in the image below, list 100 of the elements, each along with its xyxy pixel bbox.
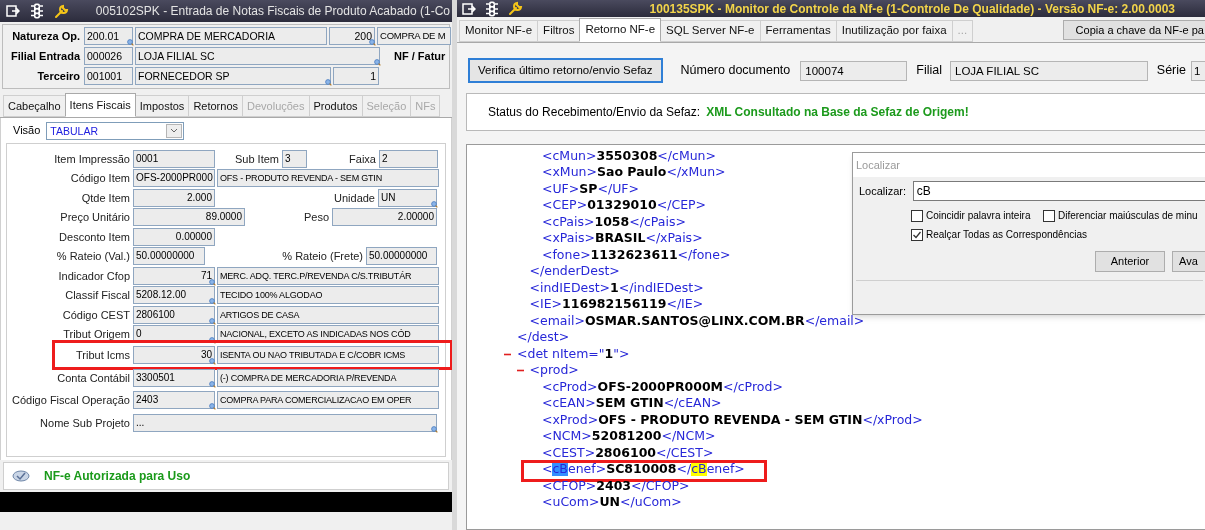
field-label: Código Fiscal Operação [11, 393, 131, 408]
checkbox[interactable] [1043, 209, 1055, 222]
text-field[interactable]: 100074 [800, 60, 908, 81]
text-field[interactable]: 3 [282, 149, 307, 168]
tab[interactable]: Filtros [537, 20, 581, 42]
xml-line: <CFOP>2403</CFOP> [542, 476, 690, 495]
search-icon[interactable] [369, 39, 376, 46]
tab[interactable]: Inutilização por faixa [835, 20, 953, 42]
traffic-light-icon[interactable] [30, 3, 44, 19]
collapse-icon[interactable] [504, 352, 511, 356]
text-field[interactable]: OFS - PRODUTO REVENDA - SEM GTIN [217, 169, 439, 188]
field-label: Série [1156, 62, 1186, 80]
text-field[interactable]: 200 [329, 27, 375, 45]
dialog-button[interactable]: Anterior [1095, 251, 1165, 272]
text-field[interactable]: 5208.12.00 [133, 286, 215, 305]
tab[interactable]: Ferramentas [759, 20, 837, 42]
status-text: NF-e Autorizada para Uso [44, 468, 191, 485]
xml-line: <xPais>BRASIL</xPais> [542, 229, 703, 248]
text-field[interactable]: 2.000 [133, 188, 215, 207]
text-field[interactable]: COMPRA DE M [377, 27, 451, 45]
xml-line: <fone>1132623611</fone> [542, 245, 731, 264]
text-field[interactable]: ISENTA OU NAO TRIBUTADA E C/COBR ICMS [217, 346, 439, 365]
text-field[interactable]: 50.00000000 [133, 247, 205, 266]
tab[interactable]: Cabeçalho [3, 95, 66, 117]
wrench-icon[interactable] [508, 1, 523, 16]
field-label: Tribut Icms [75, 348, 131, 363]
tab[interactable]: Monitor NF-e [459, 20, 539, 42]
text-field[interactable]: 71 [133, 266, 215, 285]
tab[interactable]: Produtos [308, 95, 363, 117]
text-field[interactable]: ... [133, 413, 437, 432]
field-label: Classif Fiscal [64, 288, 131, 303]
field-label: Desconto Item [58, 229, 131, 245]
text-field[interactable]: 1 [1191, 60, 1205, 81]
xml-line: <UF>SP</UF> [542, 179, 639, 198]
view-dropdown[interactable]: TABULAR [46, 121, 185, 140]
xml-line: <cPais>1058</cPais> [542, 212, 686, 231]
field-label: Unidade [333, 190, 376, 206]
text-field[interactable]: LOJA FILIAL SC [950, 60, 1148, 81]
field-label: Conta Contábil [56, 370, 131, 386]
checkbox[interactable] [911, 228, 923, 241]
text-field[interactable]: LOJA FILIAL SC [135, 47, 380, 65]
text-field[interactable]: COMPRA PARA COMERCIALIZACAO EM OPER [217, 391, 439, 410]
xml-line: <uCom>UN</uCom> [542, 493, 682, 512]
xml-line: </dest> [517, 328, 570, 347]
verify-button[interactable]: Verifica último retorno/envio Sefaz [468, 58, 663, 83]
text-field[interactable]: 30 [133, 346, 215, 365]
xml-line: <CEP>01329010</CEP> [542, 196, 707, 215]
field-label: Filial [916, 62, 943, 80]
text-field[interactable]: 2 [379, 149, 438, 168]
field-label: Localizar: [859, 183, 908, 199]
window-title: 005102SPK - Entrada de Notas Fiscais de Produto Acabado (1-Co [95, 3, 451, 20]
option-label: Coincidir palavra inteira [926, 209, 1031, 223]
text-field[interactable]: ARTIGOS DE CASA [217, 305, 439, 324]
field-label: Peso [302, 210, 330, 225]
text-field[interactable]: 2.00000 [332, 208, 437, 227]
text-field[interactable]: UN [378, 188, 437, 207]
xml-line: <CEST>2806100</CEST> [542, 443, 714, 462]
checkmark-icon [912, 229, 922, 240]
traffic-light-icon[interactable] [485, 0, 499, 17]
text-field[interactable]: COMPRA DE MERCADORIA [135, 27, 327, 45]
text-field[interactable]: 2403 [133, 391, 215, 410]
field-label: % Rateio (Frete) [281, 249, 364, 264]
dialog-button[interactable]: Ava [1172, 251, 1205, 272]
search-icon[interactable] [209, 278, 216, 286]
search-field[interactable]: cB [912, 181, 1205, 201]
text-field[interactable]: 0001 [133, 149, 215, 168]
text-field[interactable]: TECIDO 100% ALGODAO [217, 286, 439, 305]
text-field[interactable]: 000026 [84, 47, 133, 65]
field-label: Código CEST [61, 307, 131, 323]
window-title: 100135SPK - Monitor de Controle da Nf-e (1-Controle De Qualidade) - Versão NF-e: 2.00.0003 [649, 0, 1176, 18]
collapse-icon[interactable] [516, 369, 524, 373]
field-label: Nome Sub Projeto [39, 415, 131, 431]
text-field[interactable]: 200.01 [84, 27, 133, 45]
text-field[interactable]: MERC. ADQ. TERC.P/REVENDA C/S.TRIBUTÁR [217, 266, 439, 285]
xml-line: <email>OSMAR.SANTOS@LINX.COM.BR</email> [529, 311, 865, 330]
tab[interactable]: SQL Server NF-e [660, 20, 761, 42]
field-label: Filial Entrada [9, 48, 82, 64]
tab[interactable]: Itens Fiscais [64, 93, 136, 117]
dialog-title: Localizar [853, 153, 1205, 177]
text-field[interactable]: 001001 [84, 67, 133, 85]
field-label: Código Item [69, 171, 131, 186]
text-field[interactable]: FORNECEDOR SP [135, 67, 331, 85]
copy-key-button[interactable]: Copia a chave da NF-e pa [1062, 20, 1205, 40]
text-field[interactable]: 0.00000 [133, 227, 215, 246]
field-label: Número documento [680, 62, 791, 80]
option-label: Realçar Todas as Correspondências [926, 228, 1087, 242]
xml-line: <indIEDest>1</indIEDest> [529, 278, 704, 297]
text-field[interactable]: 89.0000 [133, 208, 245, 227]
text-field[interactable]: 2806100 [133, 305, 215, 324]
status-text: XML Consultado na Base da Sefaz de Origem! [706, 104, 969, 121]
tab[interactable]: Retorno NF-e [579, 18, 662, 42]
tab[interactable]: Impostos [134, 95, 190, 117]
xml-line: <xProd>OFS - PRODUTO REVENDA - SEM GTIN</xProd> [542, 410, 923, 429]
wrench-icon[interactable] [54, 3, 69, 19]
text-field[interactable]: OFS-2000PR000 [133, 169, 215, 188]
xml-line: <IE>116982156119</IE> [529, 295, 704, 314]
text-field[interactable]: 50.00000000 [366, 247, 437, 266]
tab[interactable]: Retornos [188, 95, 243, 117]
text-field[interactable]: 1 [333, 67, 379, 85]
checkbox[interactable] [911, 209, 923, 222]
